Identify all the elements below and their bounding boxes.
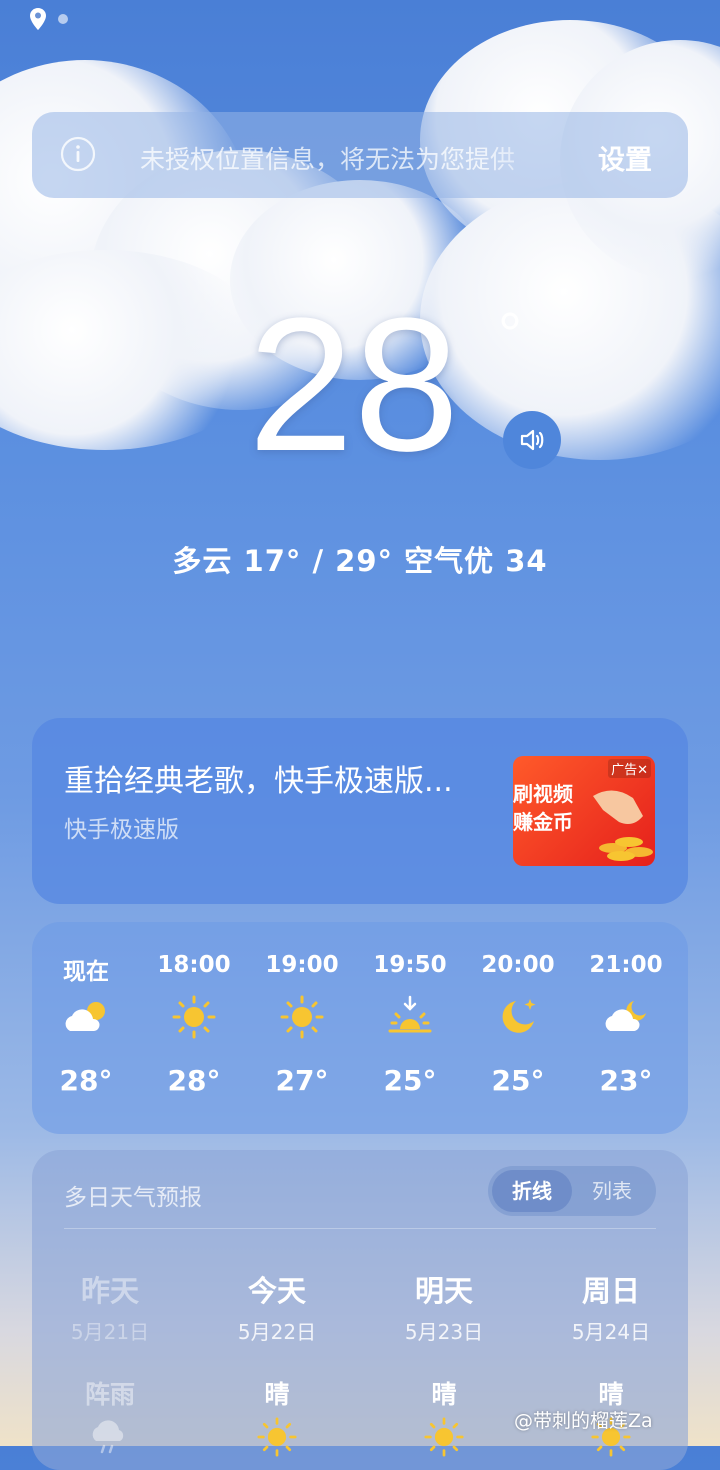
day-date: 5月22日 — [237, 1320, 317, 1344]
cloudy-night-icon — [605, 1001, 646, 1031]
forecast-title: 多日天气预报 — [64, 1185, 202, 1211]
toggle-list[interactable]: 列表 — [572, 1170, 652, 1212]
ad-card[interactable]: 重拾经典老歌，快手极速版... 快手极速版 刷视频 赚金币 广告✕ — [32, 718, 688, 904]
sunset-icon — [388, 995, 432, 1033]
hour-temp: 25° — [491, 1064, 545, 1097]
weather-summary: 多云 17° / 29° 空气优 34 — [172, 544, 548, 578]
day-date: 5月24日 — [571, 1320, 651, 1344]
coins-hand-icon — [593, 790, 653, 861]
hour-temp: 27° — [275, 1064, 329, 1097]
day-item-tomorrow[interactable]: 明天 5月23日 晴 — [374, 1268, 514, 1457]
day-condition: 晴 — [264, 1380, 290, 1409]
ad-image-line1: 刷视频 — [513, 782, 573, 806]
ad-source: 快手极速版 — [64, 817, 179, 843]
hour-temp: 28° — [59, 1064, 113, 1097]
info-icon — [60, 136, 96, 172]
hour-item: 18:00 28° — [144, 952, 244, 1097]
hour-item: 21:00 23° — [576, 952, 676, 1097]
location-permission-banner[interactable]: 未授权位置信息，将无法为您提供 设置 — [32, 112, 688, 198]
voice-broadcast-button[interactable] — [503, 411, 561, 469]
page-dot — [58, 14, 68, 24]
sun-icon — [280, 995, 324, 1039]
ad-title: 重拾经典老歌，快手极速版... — [64, 764, 453, 799]
degree-symbol: ° — [498, 301, 522, 368]
sun-icon — [172, 995, 216, 1039]
ad-image-line2: 赚金币 — [513, 810, 573, 834]
day-name: 明天 — [414, 1274, 473, 1308]
day-name: 昨天 — [80, 1274, 139, 1308]
day-item-today[interactable]: 今天 5月22日 晴 — [207, 1268, 347, 1457]
ad-image-text: 刷视频 赚金币 — [513, 780, 573, 836]
day-condition: 阵雨 — [84, 1380, 135, 1409]
rain-icon — [92, 1420, 124, 1454]
hour-time: 19:50 — [373, 952, 447, 978]
sun-icon — [257, 1417, 297, 1457]
hour-item: 现在 28° — [36, 952, 136, 1097]
hour-temp: 25° — [383, 1064, 437, 1097]
partly-cloudy-icon — [65, 1002, 105, 1031]
hour-time: 18:00 — [157, 952, 231, 978]
hour-temp: 23° — [599, 1064, 653, 1097]
hour-time: 现在 — [63, 959, 109, 985]
view-toggle[interactable]: 折线 列表 — [488, 1166, 656, 1216]
banner-message: 未授权位置信息，将无法为您提供 — [140, 145, 516, 174]
sun-icon — [424, 1417, 464, 1457]
day-date: 5月23日 — [404, 1320, 484, 1344]
hourly-forecast-card[interactable]: 现在 28° 18:00 28° 19:00 27° 19:50 25° 20:… — [32, 922, 688, 1134]
divider — [64, 1228, 656, 1229]
day-name: 周日 — [581, 1274, 640, 1308]
hour-item: 20:00 25° — [468, 952, 568, 1097]
speaker-icon — [520, 429, 544, 451]
day-date: 5月21日 — [70, 1320, 150, 1344]
watermark: @带刺的榴莲Za — [514, 1406, 653, 1433]
hour-time: 21:00 — [589, 952, 663, 978]
day-name: 今天 — [247, 1274, 306, 1308]
watermark-text: @带刺的榴莲Za — [514, 1410, 653, 1432]
hour-time: 19:00 — [265, 952, 339, 978]
hour-temp: 28° — [167, 1064, 221, 1097]
current-temperature: 28 — [248, 279, 460, 491]
ad-close-tag[interactable]: 广告✕ — [608, 759, 651, 778]
ad-image[interactable]: 刷视频 赚金币 广告✕ — [513, 756, 655, 866]
hour-item: 19:50 25° — [360, 952, 460, 1097]
hour-time: 20:00 — [481, 952, 555, 978]
moon-icon — [502, 999, 536, 1033]
location-pin-icon — [30, 8, 46, 30]
day-condition: 晴 — [431, 1380, 457, 1409]
settings-button[interactable]: 设置 — [598, 138, 652, 177]
toggle-line-chart[interactable]: 折线 — [492, 1170, 572, 1212]
day-item-yesterday[interactable]: 昨天 5月21日 阵雨 — [40, 1268, 180, 1457]
page-indicator — [30, 8, 68, 30]
hour-item: 19:00 27° — [252, 952, 352, 1097]
